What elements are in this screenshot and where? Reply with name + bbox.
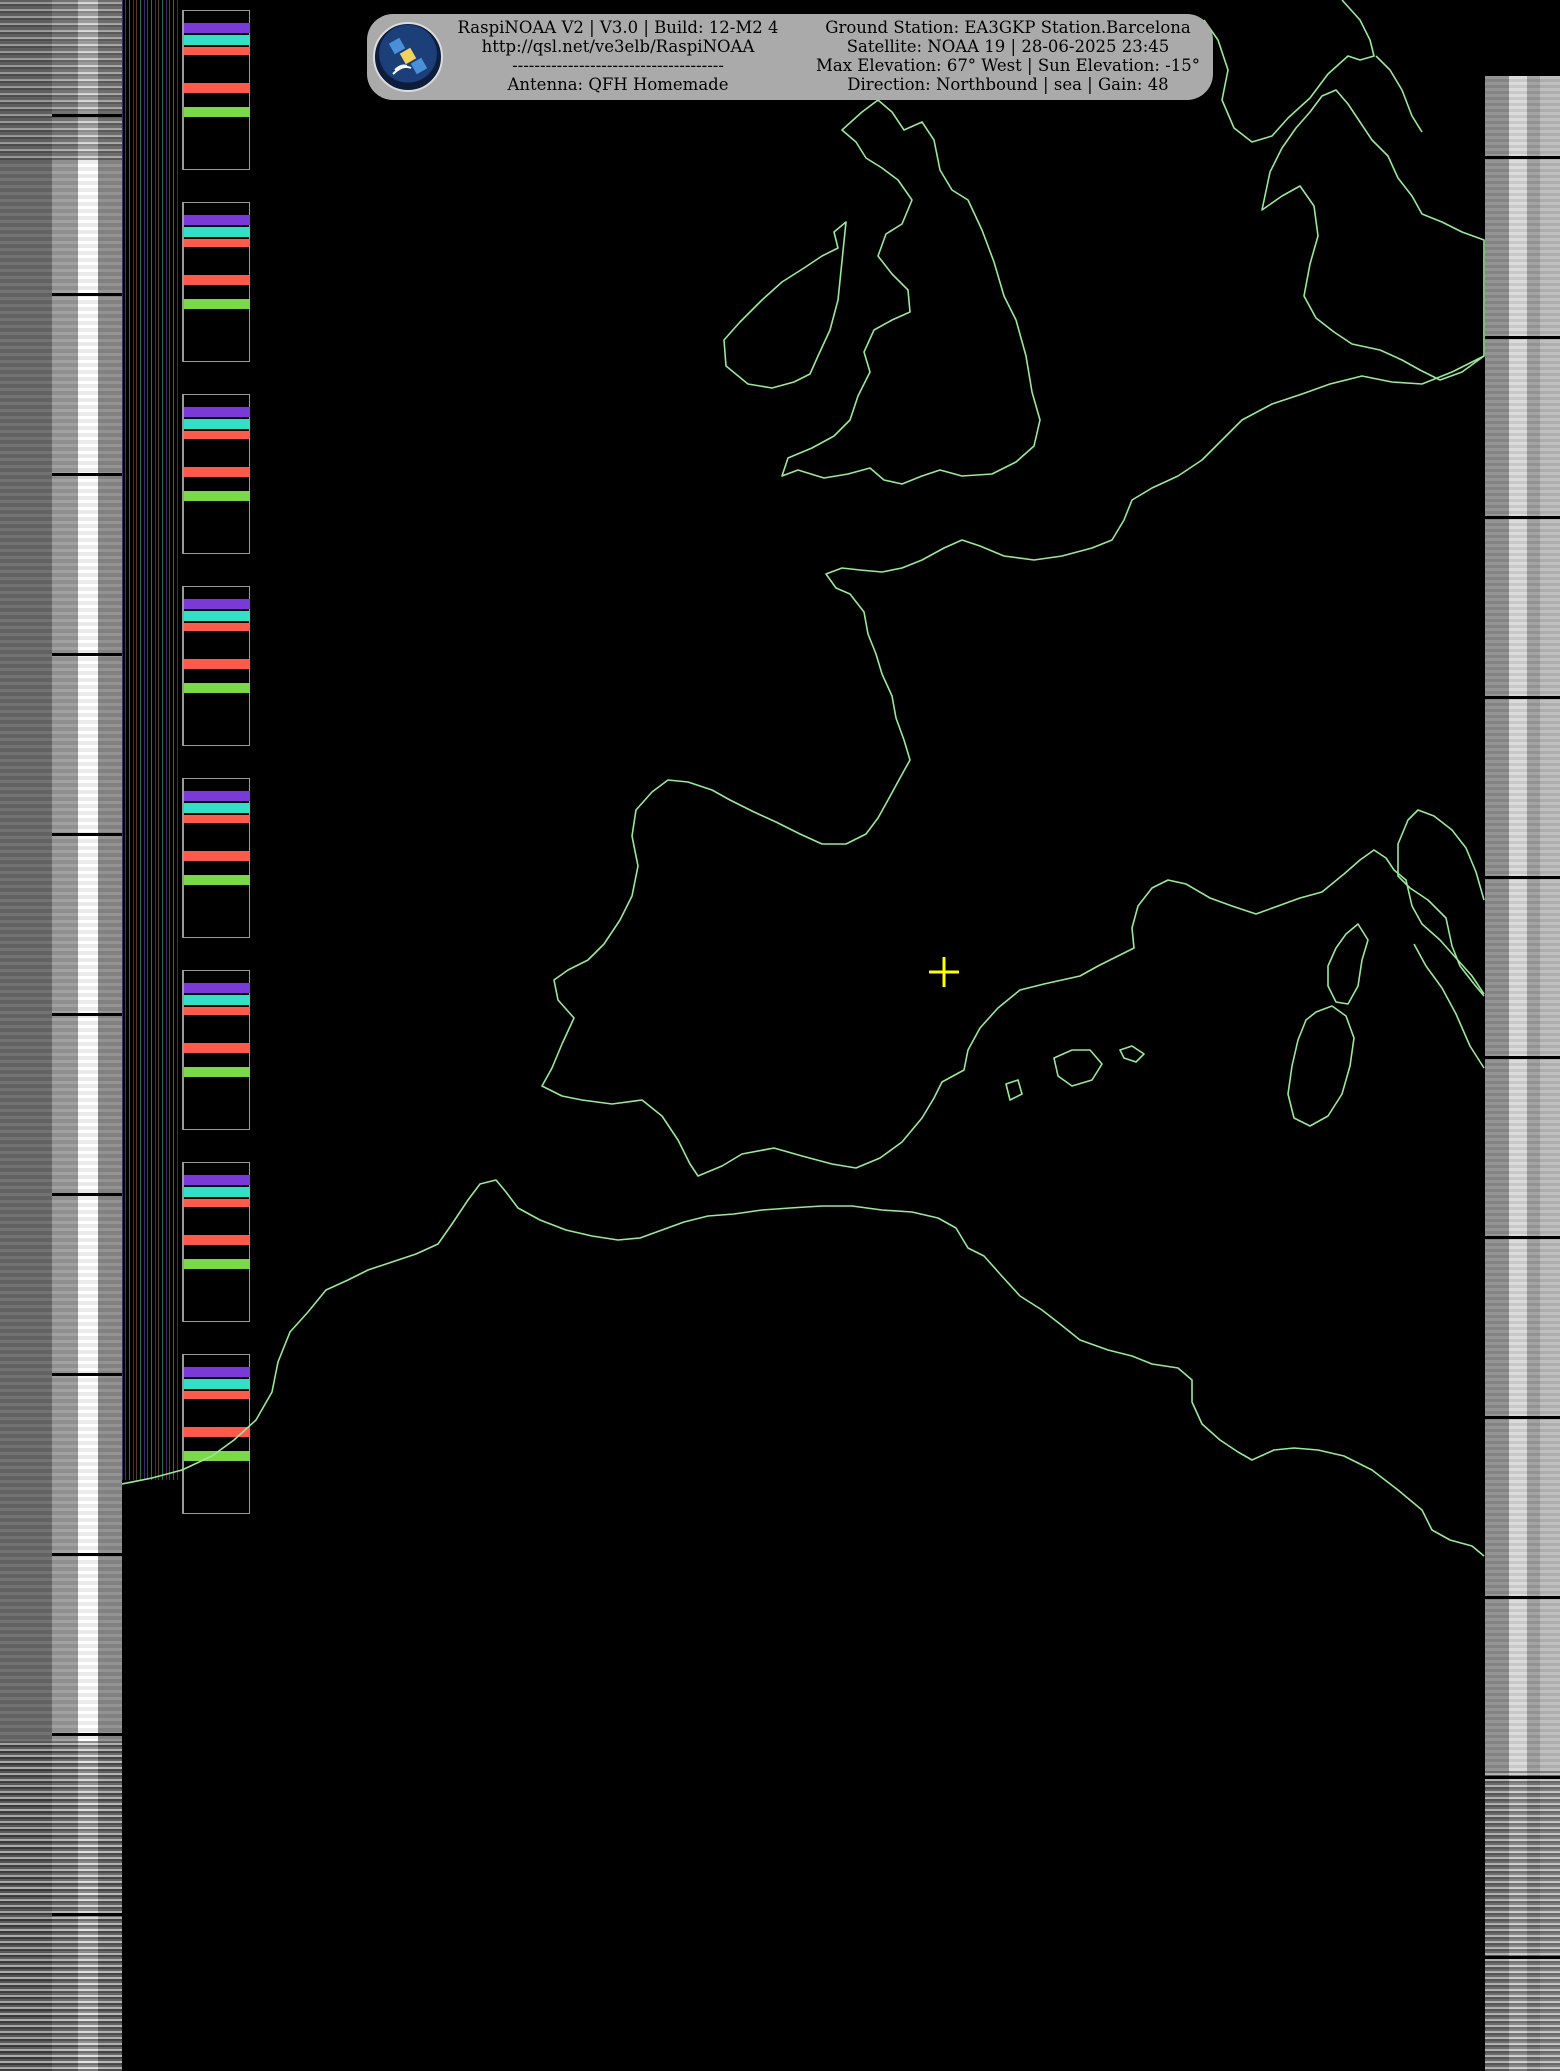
sync-mark: [52, 473, 122, 476]
right-strip-gap: [1485, 0, 1560, 76]
coastline-ibiza: [1005, 1079, 1023, 1101]
sync-mark: [52, 114, 122, 117]
coastline-ireland: [723, 221, 847, 389]
coastline-sardinia: [1287, 1005, 1355, 1127]
sync-mark: [1485, 696, 1560, 699]
map-area: [122, 0, 1485, 2071]
ground-station-crosshair-icon: [929, 957, 959, 987]
sync-mark: [1485, 1056, 1560, 1059]
coastline-italy: [1397, 809, 1485, 1069]
coastline-denmark: [1261, 89, 1485, 381]
coastline-britain: [781, 99, 1041, 485]
left-telemetry-strip: [0, 0, 122, 2071]
station-info-banner: RaspiNOAA V2 | V3.0 | Build: 12-M2 4 htt…: [367, 14, 1213, 100]
antenna-text: Antenna: QFH Homemade: [507, 75, 729, 94]
coastline-map: [122, 0, 1485, 1557]
left-noise-bottom: [0, 1741, 122, 2071]
satellite-pass-text: Satellite: NOAA 19 | 28-06-2025 23:45: [846, 37, 1170, 56]
coastline-corsica: [1327, 923, 1369, 1005]
right-noise-bottom: [1485, 1771, 1560, 2071]
sync-mark: [52, 1013, 122, 1016]
sync-mark: [52, 833, 122, 836]
sync-mark: [52, 293, 122, 296]
sync-mark: [1485, 1776, 1560, 1779]
sync-mark: [1485, 1416, 1560, 1419]
sync-mark: [1485, 1236, 1560, 1239]
sync-mark: [1485, 516, 1560, 519]
sync-mark: [52, 1553, 122, 1556]
coastline-norway: [1203, 0, 1423, 143]
sync-mark: [1485, 876, 1560, 879]
right-telemetry-strip: [1485, 0, 1560, 2071]
coastline-africa: [122, 1179, 1485, 1557]
satellite-icon: [373, 22, 443, 92]
sync-mark: [52, 653, 122, 656]
sync-mark: [52, 1193, 122, 1196]
sync-mark: [1485, 336, 1560, 339]
sync-mark: [1485, 1596, 1560, 1599]
elevation-text: Max Elevation: 67° West | Sun Elevation:…: [816, 56, 1200, 75]
software-version-text: RaspiNOAA V2 | V3.0 | Build: 12-M2 4: [457, 18, 779, 37]
sync-mark: [1485, 156, 1560, 159]
direction-gain-text: Direction: Northbound | sea | Gain: 48: [847, 75, 1169, 94]
coastline-menorca: [1119, 1045, 1145, 1063]
sync-mark: [52, 1913, 122, 1916]
banner-left-column: RaspiNOAA V2 | V3.0 | Build: 12-M2 4 htt…: [453, 18, 783, 94]
sync-mark: [1485, 1956, 1560, 1959]
coastline-mallorca: [1053, 1049, 1103, 1087]
coastline-continent: [541, 355, 1485, 1177]
sync-mark: [52, 1733, 122, 1736]
left-noise-top: [0, 0, 122, 160]
separator-text: --------------------------------------: [512, 56, 724, 75]
project-url-text: http://qsl.net/ve3elb/RaspiNOAA: [481, 37, 755, 56]
banner-right-column: Ground Station: EA3GKP Station.Barcelona…: [803, 18, 1213, 94]
ground-station-text: Ground Station: EA3GKP Station.Barcelona: [825, 18, 1191, 37]
sync-mark: [52, 1373, 122, 1376]
